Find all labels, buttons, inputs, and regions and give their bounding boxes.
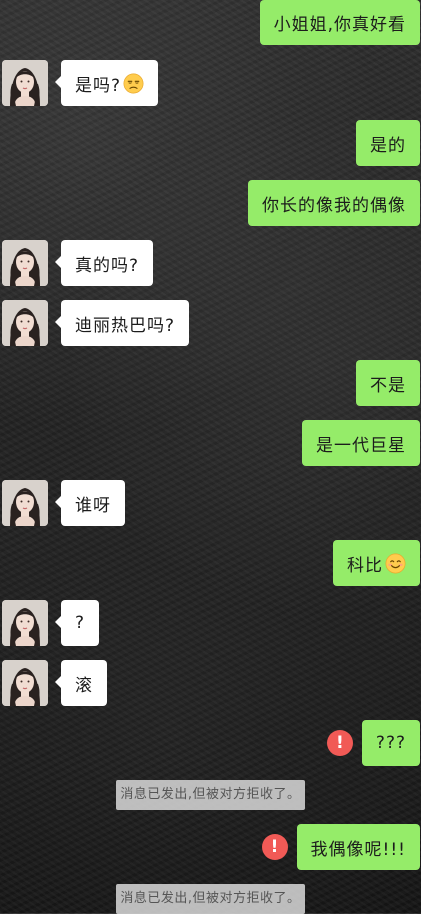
message-text: ??? <box>375 733 406 753</box>
message-text: ? <box>75 613 86 633</box>
outgoing-message-bubble[interactable]: 是的 <box>356 120 420 166</box>
chat-message-list[interactable]: 小姐姐,你真好看 是吗? 是的 你长的像我的偶像 真的吗? 迪丽热巴吗? 不是 … <box>0 0 421 914</box>
incoming-message-bubble[interactable]: ? <box>54 600 100 646</box>
outgoing-message-bubble[interactable]: 科比 <box>333 540 420 586</box>
contact-avatar[interactable] <box>2 60 48 106</box>
incoming-message-bubble[interactable]: 真的吗? <box>54 240 154 286</box>
message-row: 是一代巨星 <box>0 420 421 466</box>
system-notice-row: 消息已发出,但被对方拒收了。 <box>0 884 421 914</box>
message-text: 滚 <box>75 675 93 696</box>
message-text: 真的吗? <box>75 255 140 276</box>
message-text: 是的 <box>370 135 406 156</box>
outgoing-message-bubble[interactable]: 是一代巨星 <box>302 420 420 466</box>
girl-portrait-avatar-icon <box>2 480 48 526</box>
outgoing-message-bubble[interactable]: 不是 <box>356 360 420 406</box>
contact-avatar[interactable] <box>2 600 48 646</box>
message-text: 谁呀 <box>75 495 111 516</box>
outgoing-message-bubble[interactable]: ??? <box>361 720 420 766</box>
message-row: 是的 <box>0 120 421 166</box>
message-row: 迪丽热巴吗? <box>0 300 421 346</box>
message-text: 你长的像我的偶像 <box>262 195 406 216</box>
error-icon[interactable]: ! <box>261 834 288 860</box>
girl-portrait-avatar-icon <box>2 600 48 646</box>
message-row: 谁呀 <box>0 480 421 526</box>
message-text: 科比 <box>347 555 383 576</box>
girl-portrait-avatar-icon <box>2 60 48 106</box>
message-row: 不是 <box>0 360 421 406</box>
message-rejected-notice: 消息已发出,但被对方拒收了。 <box>116 780 305 810</box>
message-row: 真的吗? <box>0 240 421 286</box>
smiling-face-icon <box>385 553 406 573</box>
system-notice-row: 消息已发出,但被对方拒收了。 <box>0 780 421 810</box>
message-rejected-notice: 消息已发出,但被对方拒收了。 <box>116 884 305 914</box>
message-text: 迪丽热巴吗? <box>75 315 176 336</box>
unamused-face-icon <box>123 73 144 93</box>
error-icon[interactable]: ! <box>326 730 353 756</box>
message-text: 是吗? <box>75 75 122 96</box>
message-row: 是吗? <box>0 60 421 106</box>
contact-avatar[interactable] <box>2 480 48 526</box>
message-text: 我偶像呢!!! <box>310 839 406 860</box>
contact-avatar[interactable] <box>2 660 48 706</box>
message-text: 是一代巨星 <box>316 435 406 456</box>
incoming-message-bubble[interactable]: 是吗? <box>54 60 159 106</box>
message-row: ! 我偶像呢!!! <box>0 824 421 870</box>
message-row: 滚 <box>0 660 421 706</box>
girl-portrait-avatar-icon <box>2 240 48 286</box>
outgoing-message-bubble[interactable]: 小姐姐,你真好看 <box>259 0 420 45</box>
contact-avatar[interactable] <box>2 240 48 286</box>
incoming-message-bubble[interactable]: 谁呀 <box>55 480 125 526</box>
outgoing-message-bubble[interactable]: 你长的像我的偶像 <box>248 180 420 226</box>
message-row: 科比 <box>0 540 421 586</box>
girl-portrait-avatar-icon <box>2 660 48 706</box>
message-row: 小姐姐,你真好看 <box>0 0 421 45</box>
incoming-message-bubble[interactable]: 迪丽热巴吗? <box>54 300 190 346</box>
message-text: 不是 <box>370 375 406 396</box>
contact-avatar[interactable] <box>2 300 48 346</box>
girl-portrait-avatar-icon <box>2 300 48 346</box>
outgoing-message-bubble[interactable]: 我偶像呢!!! <box>296 824 420 870</box>
message-row: 你长的像我的偶像 <box>0 180 421 226</box>
incoming-message-bubble[interactable]: 滚 <box>55 660 107 706</box>
message-row: ! ??? <box>0 720 421 766</box>
message-text: 小姐姐,你真好看 <box>273 15 406 35</box>
message-row: ? <box>0 600 421 646</box>
